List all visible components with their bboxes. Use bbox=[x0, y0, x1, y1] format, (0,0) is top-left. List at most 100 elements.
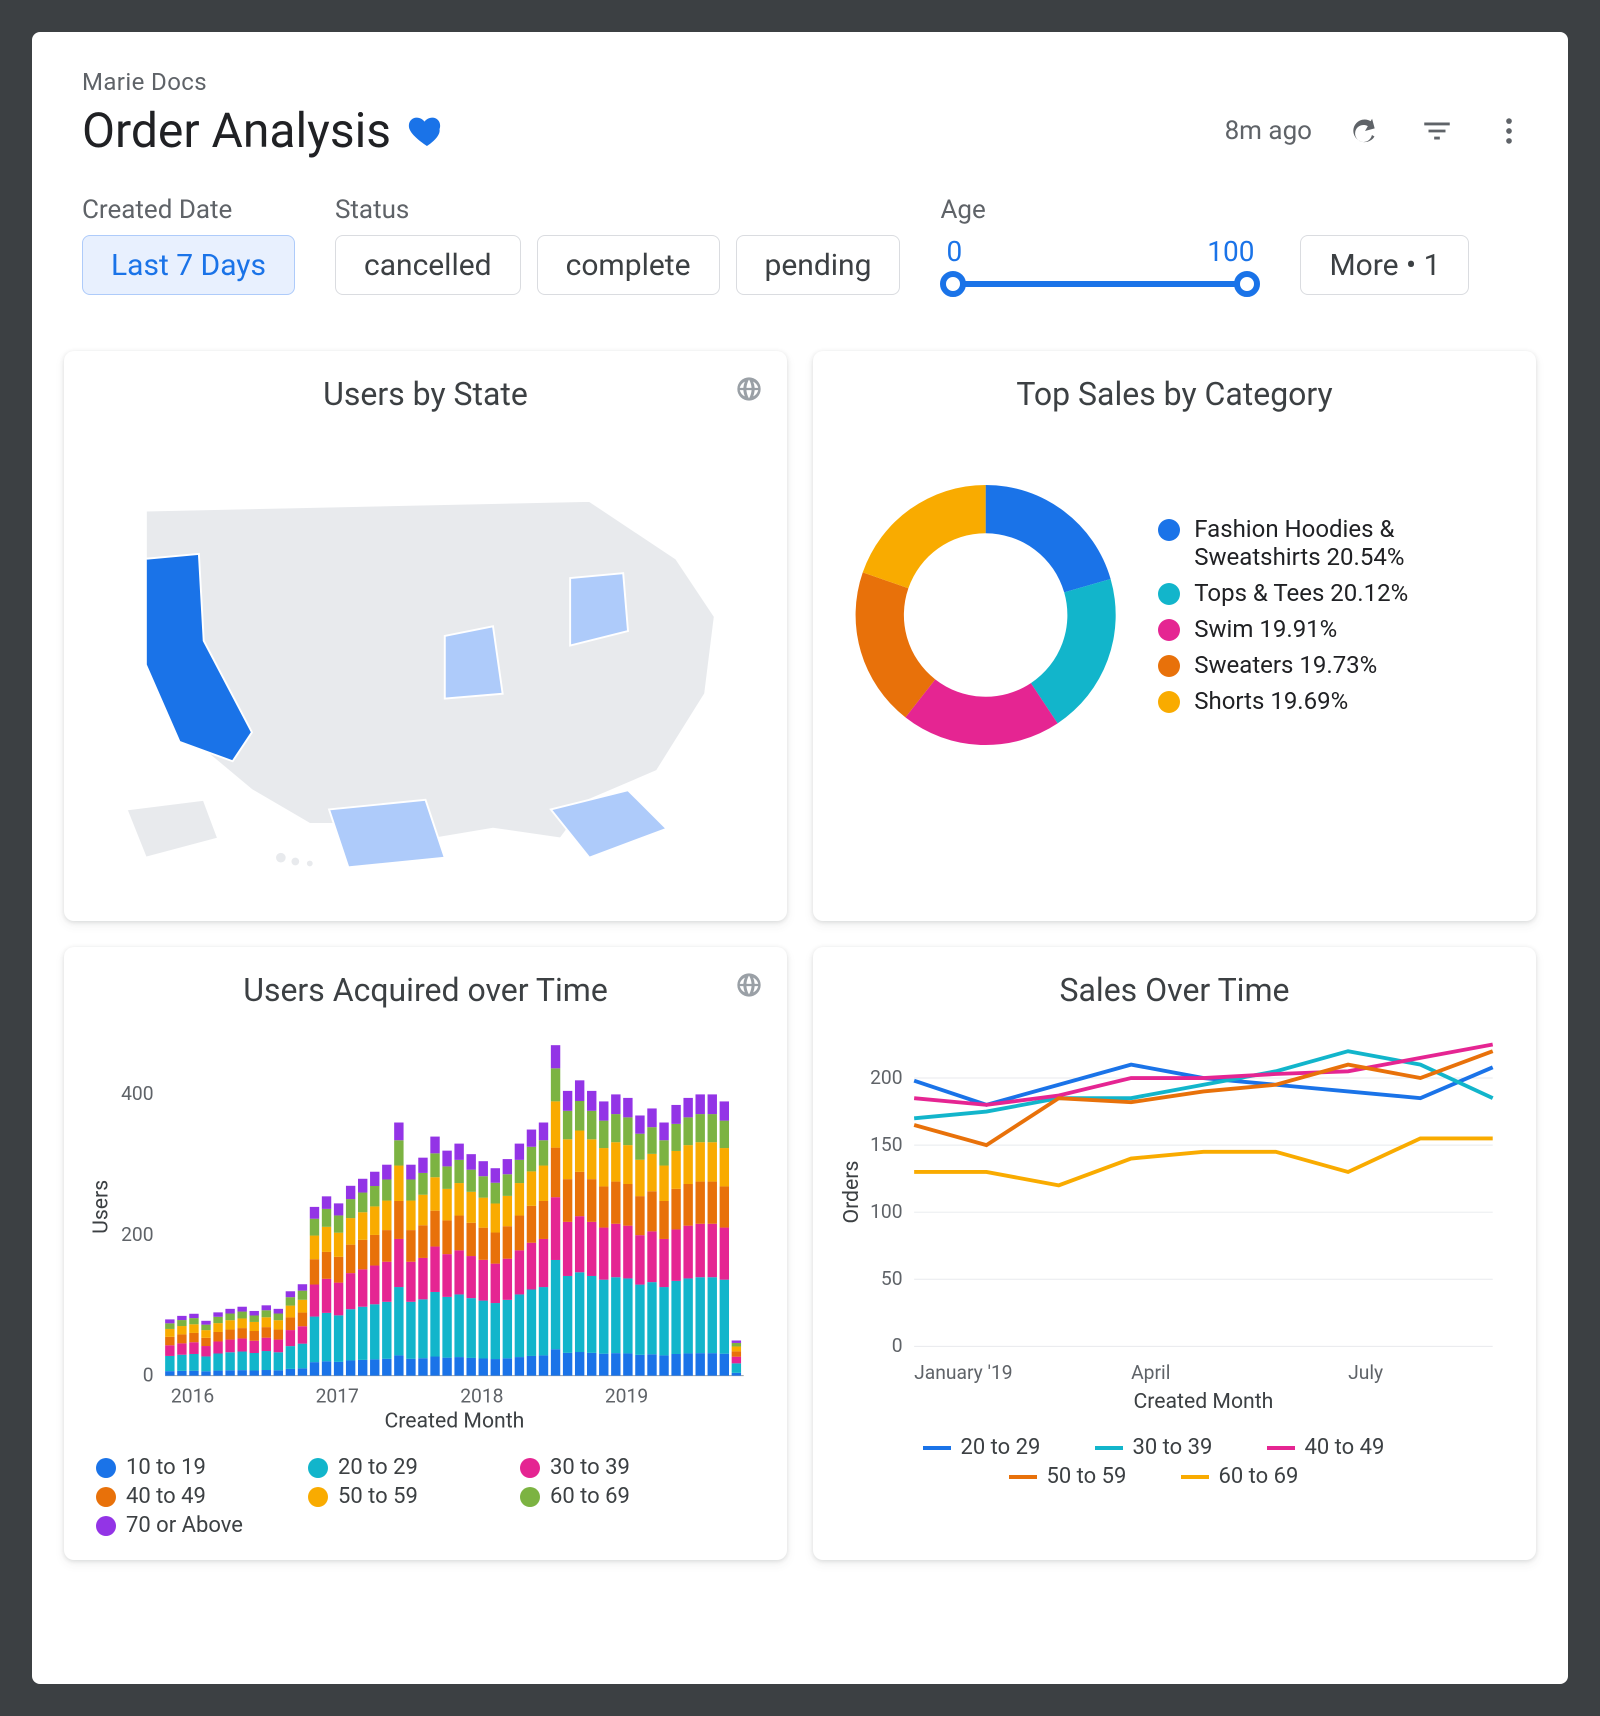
globe-icon[interactable] bbox=[735, 971, 763, 999]
bar-segment[interactable] bbox=[310, 1219, 319, 1236]
bar-segment[interactable] bbox=[394, 1239, 403, 1287]
bar-segment[interactable] bbox=[346, 1199, 355, 1218]
legend-item[interactable]: 40 to 49 bbox=[1267, 1435, 1427, 1460]
card-sales-over-time[interactable]: Sales Over Time 050100150200January '19A… bbox=[813, 947, 1536, 1560]
bar-segment[interactable] bbox=[177, 1316, 186, 1320]
bar-segment[interactable] bbox=[720, 1280, 729, 1354]
bar-segment[interactable] bbox=[539, 1140, 548, 1165]
bar-segment[interactable] bbox=[696, 1114, 705, 1142]
bar-segment[interactable] bbox=[515, 1144, 524, 1160]
bar-segment[interactable] bbox=[286, 1306, 295, 1318]
breadcrumb[interactable]: Marie Docs bbox=[82, 68, 1536, 96]
legend-item[interactable]: 40 to 49 bbox=[96, 1484, 296, 1509]
bar-segment[interactable] bbox=[322, 1227, 331, 1252]
bar-segment[interactable] bbox=[358, 1307, 367, 1360]
bar-segment[interactable] bbox=[551, 1068, 560, 1101]
bar-segment[interactable] bbox=[237, 1352, 246, 1371]
bar-segment[interactable] bbox=[262, 1305, 271, 1310]
bar-segment[interactable] bbox=[274, 1370, 283, 1375]
bar-segment[interactable] bbox=[635, 1115, 644, 1133]
legend-item[interactable]: 10 to 19 bbox=[96, 1455, 296, 1480]
bar-segment[interactable] bbox=[611, 1353, 620, 1376]
bar-segment[interactable] bbox=[165, 1345, 174, 1356]
bar-segment[interactable] bbox=[358, 1212, 367, 1240]
bar-segment[interactable] bbox=[370, 1206, 379, 1235]
bar-segment[interactable] bbox=[250, 1353, 259, 1370]
bar-segment[interactable] bbox=[671, 1105, 680, 1124]
bar-segment[interactable] bbox=[430, 1211, 439, 1247]
bar-segment[interactable] bbox=[466, 1192, 475, 1223]
bar-segment[interactable] bbox=[430, 1247, 439, 1292]
bar-segment[interactable] bbox=[599, 1354, 608, 1376]
bar-segment[interactable] bbox=[575, 1352, 584, 1376]
bar-segment[interactable] bbox=[454, 1183, 463, 1215]
bar-segment[interactable] bbox=[623, 1098, 632, 1117]
more-vert-icon[interactable] bbox=[1490, 112, 1528, 150]
bar-segment[interactable] bbox=[262, 1338, 271, 1351]
bar-segment[interactable] bbox=[201, 1346, 210, 1356]
bar-segment[interactable] bbox=[225, 1314, 234, 1321]
bar-segment[interactable] bbox=[599, 1280, 608, 1354]
bar-segment[interactable] bbox=[310, 1317, 319, 1363]
bar-segment[interactable] bbox=[671, 1229, 680, 1280]
bar-segment[interactable] bbox=[647, 1127, 656, 1154]
bar-segment[interactable] bbox=[334, 1233, 343, 1257]
bar-segment[interactable] bbox=[406, 1262, 415, 1302]
bar-segment[interactable] bbox=[708, 1094, 717, 1114]
bar-segment[interactable] bbox=[430, 1137, 439, 1154]
bar-segment[interactable] bbox=[611, 1114, 620, 1142]
legend-item[interactable]: 30 to 39 bbox=[1095, 1435, 1255, 1460]
bar-segment[interactable] bbox=[732, 1340, 741, 1342]
bar-segment[interactable] bbox=[213, 1317, 222, 1323]
bar-segment[interactable] bbox=[683, 1098, 692, 1117]
bar-segment[interactable] bbox=[274, 1309, 283, 1314]
card-users-acquired[interactable]: Users Acquired over Time 0200400UsersCre… bbox=[64, 947, 787, 1560]
bar-segment[interactable] bbox=[599, 1186, 608, 1227]
bar-segment[interactable] bbox=[527, 1130, 536, 1147]
bar-segment[interactable] bbox=[177, 1371, 186, 1376]
bar-segment[interactable] bbox=[696, 1094, 705, 1114]
us-map[interactable] bbox=[88, 425, 763, 895]
bar-segment[interactable] bbox=[237, 1318, 246, 1328]
bar-segment[interactable] bbox=[708, 1182, 717, 1224]
bar-segment[interactable] bbox=[551, 1349, 560, 1375]
bar-segment[interactable] bbox=[454, 1357, 463, 1376]
bar-segment[interactable] bbox=[503, 1226, 512, 1258]
bar-segment[interactable] bbox=[635, 1134, 644, 1160]
bar-segment[interactable] bbox=[708, 1353, 717, 1376]
legend-item[interactable]: 60 to 69 bbox=[1181, 1464, 1341, 1489]
chip-more[interactable]: More • 1 bbox=[1300, 235, 1469, 295]
bar-segment[interactable] bbox=[394, 1123, 403, 1141]
bar-segment[interactable] bbox=[491, 1264, 500, 1303]
bar-segment[interactable] bbox=[250, 1331, 259, 1341]
bar-segment[interactable] bbox=[623, 1226, 632, 1279]
bar-segment[interactable] bbox=[720, 1148, 729, 1186]
bar-segment[interactable] bbox=[165, 1356, 174, 1371]
bar-segment[interactable] bbox=[454, 1160, 463, 1183]
bar-segment[interactable] bbox=[563, 1222, 572, 1276]
bar-segment[interactable] bbox=[213, 1312, 222, 1316]
legend-item[interactable]: 30 to 39 bbox=[520, 1455, 720, 1480]
bar-segment[interactable] bbox=[732, 1343, 741, 1347]
bar-segment[interactable] bbox=[527, 1171, 536, 1205]
bar-segment[interactable] bbox=[515, 1216, 524, 1251]
bar-segment[interactable] bbox=[503, 1300, 512, 1358]
bar-segment[interactable] bbox=[322, 1361, 331, 1375]
bar-segment[interactable] bbox=[213, 1323, 222, 1332]
bar-segment[interactable] bbox=[587, 1111, 596, 1139]
bar-segment[interactable] bbox=[394, 1201, 403, 1239]
bar-segment[interactable] bbox=[358, 1240, 367, 1270]
bar-segment[interactable] bbox=[406, 1359, 415, 1376]
bar-segment[interactable] bbox=[708, 1142, 717, 1181]
bar-segment[interactable] bbox=[611, 1142, 620, 1181]
bar-segment[interactable] bbox=[430, 1357, 439, 1376]
bar-segment[interactable] bbox=[177, 1320, 186, 1326]
bar-segment[interactable] bbox=[394, 1140, 403, 1165]
bar-segment[interactable] bbox=[165, 1371, 174, 1376]
bar-segment[interactable] bbox=[370, 1172, 379, 1186]
bar-segment[interactable] bbox=[262, 1310, 271, 1317]
bar-segment[interactable] bbox=[671, 1354, 680, 1376]
bar-segment[interactable] bbox=[322, 1252, 331, 1279]
bar-segment[interactable] bbox=[587, 1276, 596, 1353]
legend-item[interactable]: Shorts 19.69% bbox=[1158, 687, 1512, 715]
